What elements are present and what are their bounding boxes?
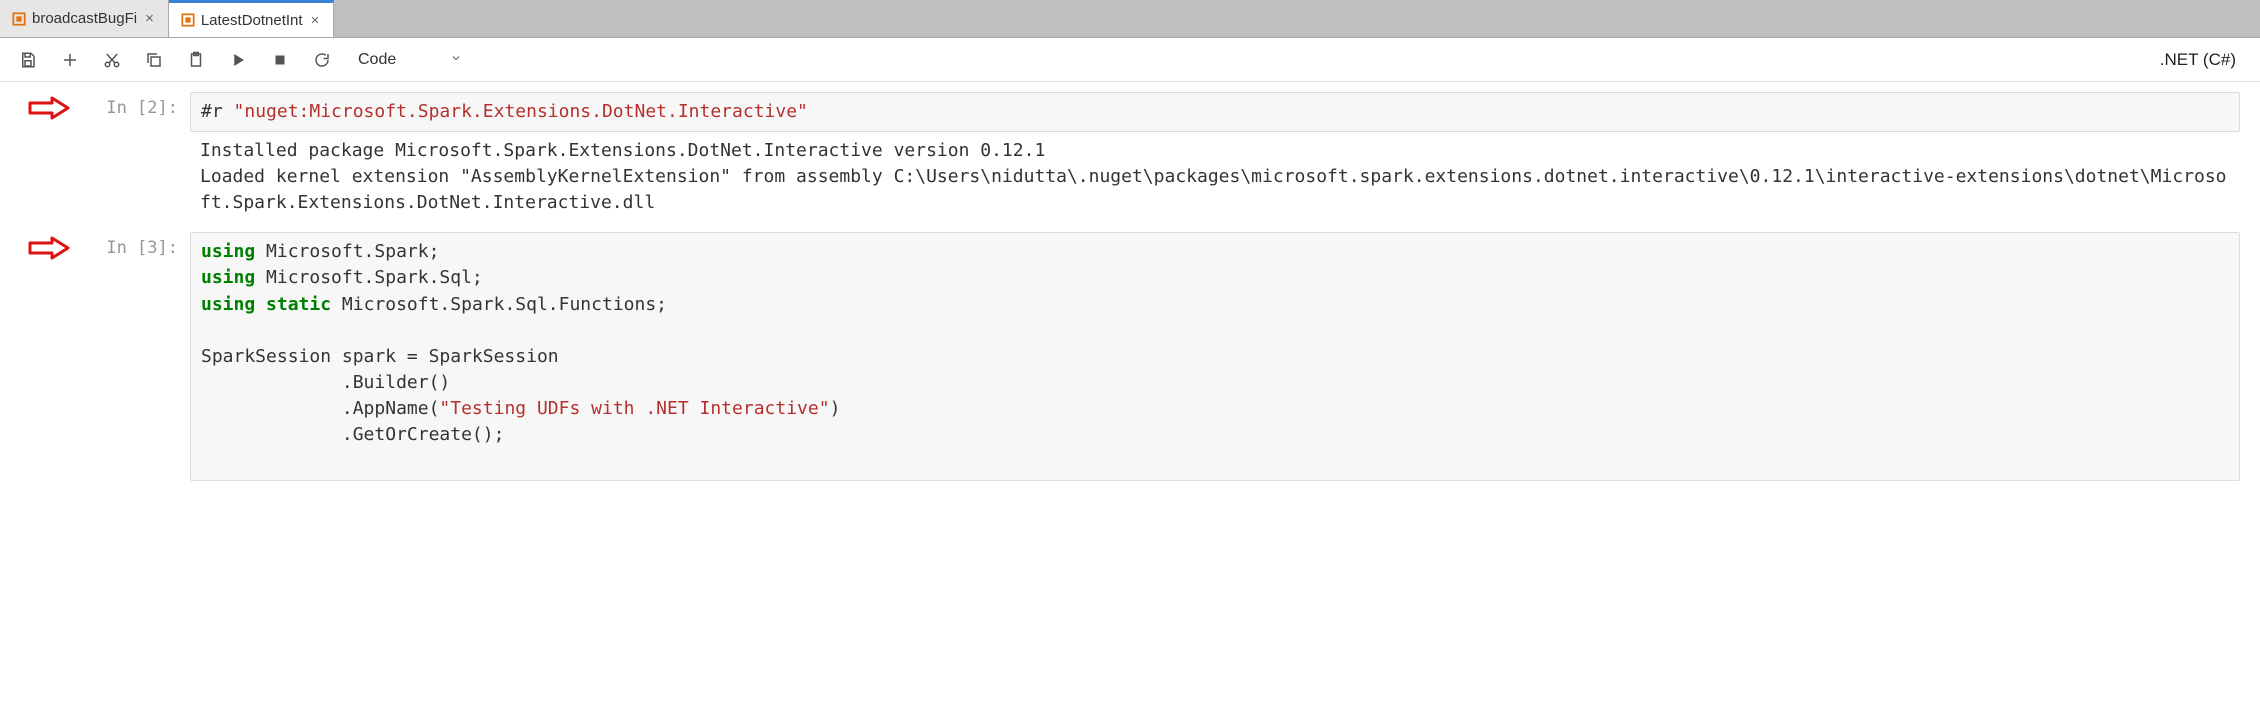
- paste-button[interactable]: [182, 46, 210, 74]
- copy-button[interactable]: [140, 46, 168, 74]
- code-input[interactable]: #r "nuget:Microsoft.Spark.Extensions.Dot…: [190, 92, 2240, 132]
- add-cell-button[interactable]: [56, 46, 84, 74]
- tab-bar: broadcastBugFi × LatestDotnetInt ×: [0, 0, 2260, 38]
- cell: In [2]: #r "nuget:Microsoft.Spark.Extens…: [10, 92, 2240, 222]
- cell-type-select[interactable]: Code: [350, 47, 470, 73]
- cell-output: Installed package Microsoft.Spark.Extens…: [190, 132, 2240, 222]
- notebook-area: In [2]: #r "nuget:Microsoft.Spark.Extens…: [0, 82, 2260, 501]
- notebook-icon: [12, 12, 26, 26]
- cell-type-label: Code: [358, 51, 396, 69]
- tab-label: LatestDotnetInt: [201, 12, 303, 29]
- stop-button[interactable]: [266, 46, 294, 74]
- cell: In [3]: using Microsoft.Spark; using Mic…: [10, 232, 2240, 481]
- notebook-icon: [181, 13, 195, 27]
- tab-label: broadcastBugFi: [32, 10, 137, 27]
- cell-prompt: In [2]:: [80, 92, 190, 118]
- cell-prompt: In [3]:: [80, 232, 190, 258]
- run-button[interactable]: [224, 46, 252, 74]
- code-input[interactable]: using Microsoft.Spark; using Microsoft.S…: [190, 232, 2240, 481]
- save-button[interactable]: [14, 46, 42, 74]
- cut-button[interactable]: [98, 46, 126, 74]
- tab-latest-dotnet[interactable]: LatestDotnetInt ×: [169, 0, 335, 37]
- close-icon[interactable]: ×: [143, 10, 156, 27]
- tab-broadcast[interactable]: broadcastBugFi ×: [0, 0, 169, 37]
- kernel-name: .NET (C#): [2160, 50, 2246, 70]
- attention-arrow-icon: [10, 232, 80, 260]
- toolbar: Code .NET (C#): [0, 38, 2260, 82]
- attention-arrow-icon: [10, 92, 80, 120]
- close-icon[interactable]: ×: [309, 12, 322, 29]
- restart-button[interactable]: [308, 46, 336, 74]
- chevron-down-icon: [450, 51, 462, 69]
